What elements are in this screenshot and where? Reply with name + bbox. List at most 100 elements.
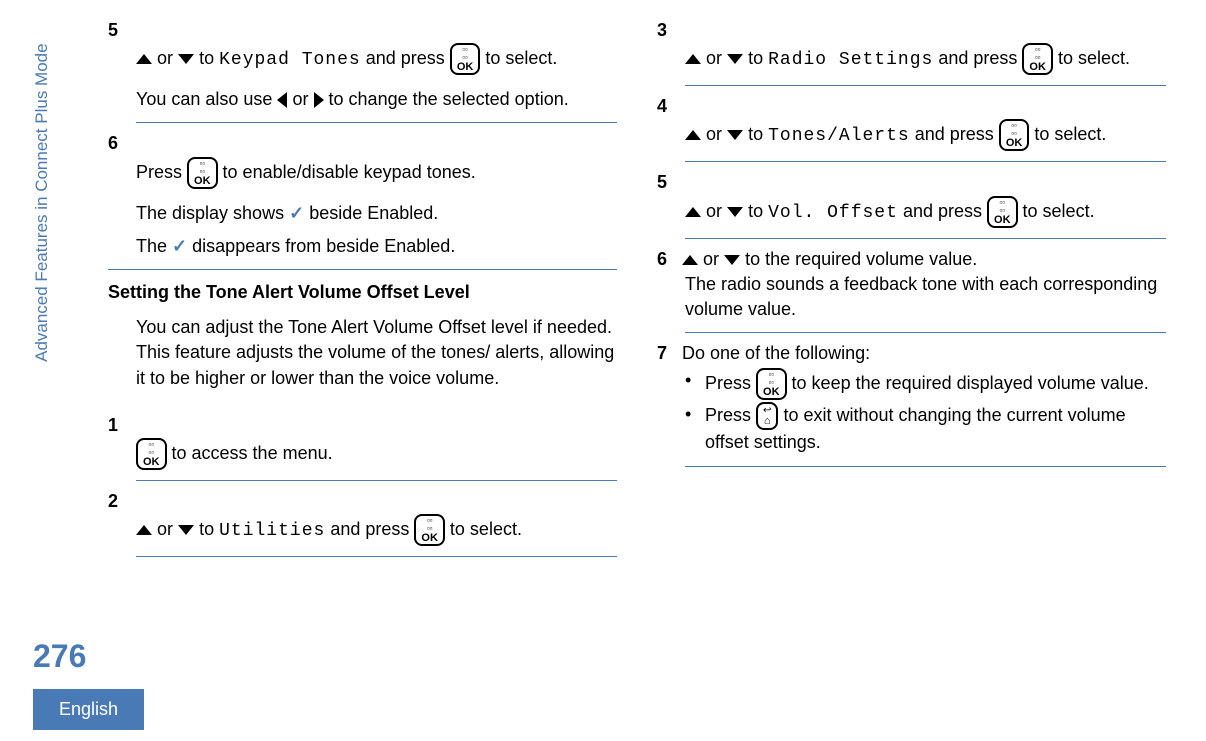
section-heading: Setting the Tone Alert Volume Offset Lev… [108,270,627,315]
step-body: Press ▫▫▫▫OK to enable/disable keypad to… [108,157,627,189]
step-1: 1 ▫▫▫▫OK to access the menu. [108,405,627,480]
down-icon [178,525,194,535]
ok-button-icon: ▫▫▫▫OK [756,368,787,400]
step-number: 4 [657,94,677,119]
step-6-left: 6 Press ▫▫▫▫OK to enable/disable keypad … [108,123,627,269]
bullet-item: • Press ▫▫▫▫OK to keep the required disp… [685,366,1176,400]
up-icon [682,255,698,265]
step-body: or to Radio Settings and press ▫▫▫▫OK to… [657,43,1176,75]
main-content: 5 or to Keypad Tones and press ▫▫▫▫OK to… [108,0,1176,557]
step-5-left: 5 or to Keypad Tones and press ▫▫▫▫OK to… [108,10,627,122]
step-number: 5 [657,170,677,195]
ok-button-icon: ▫▫▫▫OK [987,196,1018,228]
ok-button-icon: ▫▫▫▫OK [1022,43,1053,75]
text-to-select: to select. [1034,124,1106,144]
step6a-text: to enable/disable keypad tones. [223,161,476,181]
down-icon [178,54,194,64]
separator [685,466,1166,467]
step6a-text: to the required volume value. [745,249,977,269]
text-or: or [157,519,173,539]
bullet-text: Press ↩⌂ to exit without changing the cu… [705,402,1176,455]
up-icon [685,54,701,64]
text-and-press: and press [915,124,994,144]
text-and-press: and press [330,519,409,539]
down-icon [724,255,740,265]
menu-tones-alerts: Tones/Alerts [768,126,910,146]
text-to: to [199,519,214,539]
text-and-press: and press [366,48,445,68]
bullet-list: • Press ▫▫▫▫OK to keep the required disp… [657,366,1176,455]
check-icon: ✓ [172,236,187,256]
text-to-select: to select. [485,48,557,68]
text-to: to [748,124,763,144]
step-number: 6 [108,131,128,156]
ok-button-icon: ▫▫▫▫OK [999,119,1030,151]
step-note: The display shows ✓ beside Enabled. [108,189,627,226]
step-body: or to Keypad Tones and press ▫▫▫▫OK to s… [108,43,627,75]
step-number: 1 [108,413,128,438]
up-icon [136,54,152,64]
left-column: 5 or to Keypad Tones and press ▫▫▫▫OK to… [108,0,627,557]
menu-keypad-tones: Keypad Tones [219,50,361,70]
text-to-select: to select. [1023,200,1095,220]
step-note: You can also use or to change the select… [108,75,627,112]
ok-button-icon: ▫▫▫▫OK [414,514,445,546]
step-7: 7 Do one of the following: • Press ▫▫▫▫O… [657,333,1176,465]
up-icon [685,207,701,217]
text-or: or [292,89,308,109]
step-body: or to Utilities and press ▫▫▫▫OK to sele… [108,514,627,546]
ok-button-icon: ▫▫▫▫OK [136,438,167,470]
menu-vol-offset: Vol. Offset [768,202,898,222]
down-icon [727,54,743,64]
text-or: or [703,249,719,269]
down-icon [727,130,743,140]
step-number: 3 [657,18,677,43]
separator [136,556,617,557]
menu-utilities: Utilities [219,521,325,541]
text-to-select: to select. [450,519,522,539]
sidebar-section-title: Advanced Features in Connect Plus Mode [30,43,54,361]
page-number: 276 [33,634,86,679]
step-body: ▫▫▫▫OK to access the menu. [108,438,627,470]
step-note: The ✓ disappears from beside Enabled. [108,226,627,259]
step-3: 3 or to Radio Settings and press ▫▫▫▫OK … [657,10,1176,85]
left-icon [277,92,287,108]
step-6-right: 6 or to the required volume value. The r… [657,239,1176,333]
step-number: 5 [108,18,128,43]
note-text-a: You can also use [136,89,272,109]
step-5-right: 5 or to Vol. Offset and press ▫▫▫▫OK to … [657,162,1176,237]
right-column: 3 or to Radio Settings and press ▫▫▫▫OK … [657,0,1176,557]
down-icon [727,207,743,217]
note-text-b: to change the selected option. [329,89,569,109]
step-body: or to Vol. Offset and press ▫▫▫▫OK to se… [657,196,1176,228]
text-or: or [157,48,173,68]
bullet1-text: to keep the required displayed volume va… [792,373,1149,393]
text-press: Press [705,373,751,393]
text-and-press: and press [903,200,982,220]
text-press: Press [705,405,751,425]
text-or: or [706,124,722,144]
text-press: Press [136,161,182,181]
ok-button-icon: ▫▫▫▫OK [187,157,218,189]
menu-radio-settings: Radio Settings [768,50,933,70]
step-2: 2 or to Utilities and press ▫▫▫▫OK to se… [108,481,627,556]
text-to: to [748,48,763,68]
step-4: 4 or to Tones/Alerts and press ▫▫▫▫OK to… [657,86,1176,161]
text-to-select: to select. [1058,48,1130,68]
step-number: 2 [108,489,128,514]
step7a-text: Do one of the following: [682,343,870,363]
check-icon: ✓ [289,203,304,223]
back-home-button-icon: ↩⌂ [756,402,778,430]
text-and-press: and press [938,48,1017,68]
step6e-text: disappears from beside Enabled. [192,236,455,256]
step6d-text: The [136,236,167,256]
step-body: or to Tones/Alerts and press ▫▫▫▫OK to s… [657,119,1176,151]
step-body: The radio sounds a feedback tone with ea… [657,272,1176,322]
language-tab: English [33,689,144,730]
step6b-text: The radio sounds a feedback tone with ea… [685,274,1157,319]
bullet-dot: • [685,368,705,400]
bullet-item: • Press ↩⌂ to exit without changing the … [685,400,1176,455]
up-icon [685,130,701,140]
right-icon [314,92,324,108]
step6c-text: beside Enabled. [309,203,438,223]
